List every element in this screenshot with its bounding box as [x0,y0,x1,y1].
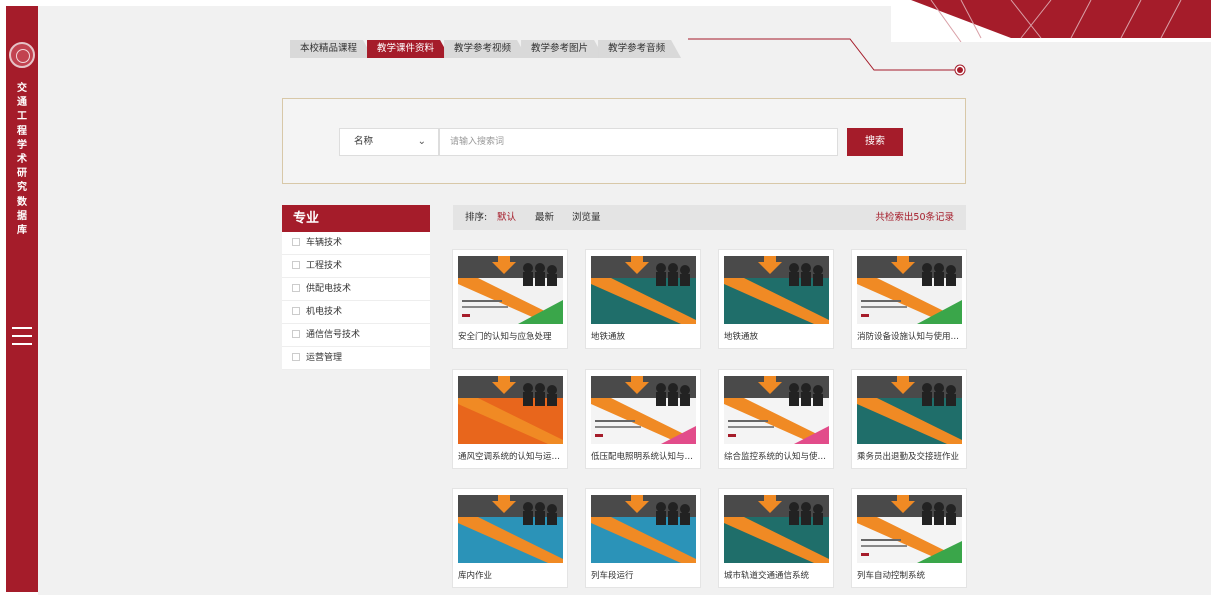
search-field-value: 名称 [354,136,374,147]
category-item-operations[interactable]: 运营管理 [282,347,430,370]
site-title-char: 究 [17,182,27,194]
resource-card[interactable]: 库内作业 [452,488,568,588]
checkbox[interactable] [292,330,300,338]
site-title-char: 术 [17,154,27,166]
sort-option-newest[interactable]: 最新 [535,205,554,230]
tab-connector-decoration [688,38,966,76]
site-title-char: 库 [17,225,27,237]
resource-card[interactable]: 乘务员出退勤及交接班作业 [851,369,967,469]
sort-option-views[interactable]: 浏览量 [572,205,601,230]
courseware-thumbnail [591,256,696,324]
header-decoration [891,0,1211,42]
resource-card[interactable]: 通风空调系统的认知与运行... [452,369,568,469]
tab-courseware[interactable]: 教学课件资料 [367,40,450,58]
search-field-select[interactable]: 名称 ⌄ [339,128,439,156]
resource-title: 列车段运行 [591,571,634,581]
category-label: 工程技术 [306,261,343,271]
category-item-engineering[interactable]: 工程技术 [282,255,430,278]
category-label: 通信信号技术 [306,330,361,340]
resource-card[interactable]: 城市轨道交通通信系统 [718,488,834,588]
sort-option-default[interactable]: 默认 [497,205,516,230]
resource-card[interactable]: 安全门的认知与应急处理 [452,249,568,349]
category-item-signal[interactable]: 通信信号技术 [282,324,430,347]
sort-label: 排序: [465,212,488,223]
site-title-char: 交 [17,83,27,94]
checkbox[interactable] [292,261,300,269]
category-item-electromechanical[interactable]: 机电技术 [282,301,430,324]
site-title-char: 研 [17,168,27,180]
category-label: 运营管理 [306,353,343,363]
courseware-thumbnail [591,495,696,563]
courseware-thumbnail [857,376,962,444]
courseware-thumbnail [591,376,696,444]
resource-title: 通风空调系统的认知与运行... [458,452,564,462]
resource-card[interactable]: 列车自动控制系统 [851,488,967,588]
category-label: 供配电技术 [306,284,352,294]
resource-card[interactable]: 地铁通放 [718,249,834,349]
site-title-char: 数 [17,196,27,208]
search-panel: 名称 ⌄ 请输入搜索词 搜索 [282,98,966,184]
resource-title: 地铁通放 [591,332,626,342]
category-item-vehicle[interactable]: 车辆技术 [282,232,430,255]
left-sidebar: 交 通 工 程 学 术 研 究 数 据 库 [6,6,38,592]
resource-card[interactable]: 地铁通放 [585,249,701,349]
courseware-thumbnail [724,376,829,444]
resource-card[interactable]: 低压配电照明系统认知与运... [585,369,701,469]
courseware-thumbnail [724,495,829,563]
search-input[interactable]: 请输入搜索词 [439,128,838,156]
category-label: 机电技术 [306,307,343,317]
checkbox[interactable] [292,284,300,292]
tab-reference-images[interactable]: 教学参考图片 [521,40,604,58]
tab-quality-courses[interactable]: 本校精品课程 [290,40,373,58]
resource-title: 库内作业 [458,571,493,581]
resource-card[interactable]: 消防设备设施认知与使用操... [851,249,967,349]
site-title-char: 程 [17,125,27,137]
resource-card[interactable]: 综合监控系统的认知与使用... [718,369,834,469]
checkbox[interactable] [292,307,300,315]
resource-title: 消防设备设施认知与使用操... [857,332,963,342]
category-heading: 专业 [282,205,430,232]
site-title-char: 工 [17,111,27,123]
resource-tabs: 本校精品课程 教学课件资料 教学参考视频 教学参考图片 教学参考音频 [290,40,675,58]
courseware-thumbnail [458,495,563,563]
search-button[interactable]: 搜索 [847,128,903,156]
resource-title: 地铁通放 [724,332,759,342]
result-count: 共检索出50条记录 [875,212,954,223]
tab-reference-audio[interactable]: 教学参考音频 [598,40,681,58]
resource-title: 综合监控系统的认知与使用... [724,452,830,462]
checkbox[interactable] [292,353,300,361]
courseware-thumbnail [857,495,962,563]
university-seal-icon[interactable] [9,42,35,68]
category-item-power-supply[interactable]: 供配电技术 [282,278,430,301]
hamburger-icon[interactable] [12,327,32,345]
resource-title: 安全门的认知与应急处理 [458,332,552,342]
tab-reference-video[interactable]: 教学参考视频 [444,40,527,58]
resource-title: 城市轨道交通通信系统 [724,571,810,581]
resource-title: 乘务员出退勤及交接班作业 [857,452,960,462]
category-label: 车辆技术 [306,238,343,248]
site-title-char: 通 [17,97,27,109]
courseware-thumbnail [458,376,563,444]
sort-bar: 排序: 默认 最新 浏览量 共检索出50条记录 [453,205,966,230]
courseware-thumbnail [458,256,563,324]
site-title-char: 学 [17,139,27,151]
courseware-thumbnail [724,256,829,324]
category-filter: 专业 车辆技术 工程技术 供配电技术 机电技术 通信信号技术 运营管理 [282,205,430,370]
checkbox[interactable] [292,238,300,246]
vertical-site-title: 交 通 工 程 学 术 研 究 数 据 库 [6,82,38,238]
resource-card[interactable]: 列车段运行 [585,488,701,588]
resource-title: 列车自动控制系统 [857,571,926,581]
site-title-char: 据 [17,210,27,222]
courseware-thumbnail [857,256,962,324]
resource-title: 低压配电照明系统认知与运... [591,452,697,462]
chevron-down-icon: ⌄ [417,136,426,147]
